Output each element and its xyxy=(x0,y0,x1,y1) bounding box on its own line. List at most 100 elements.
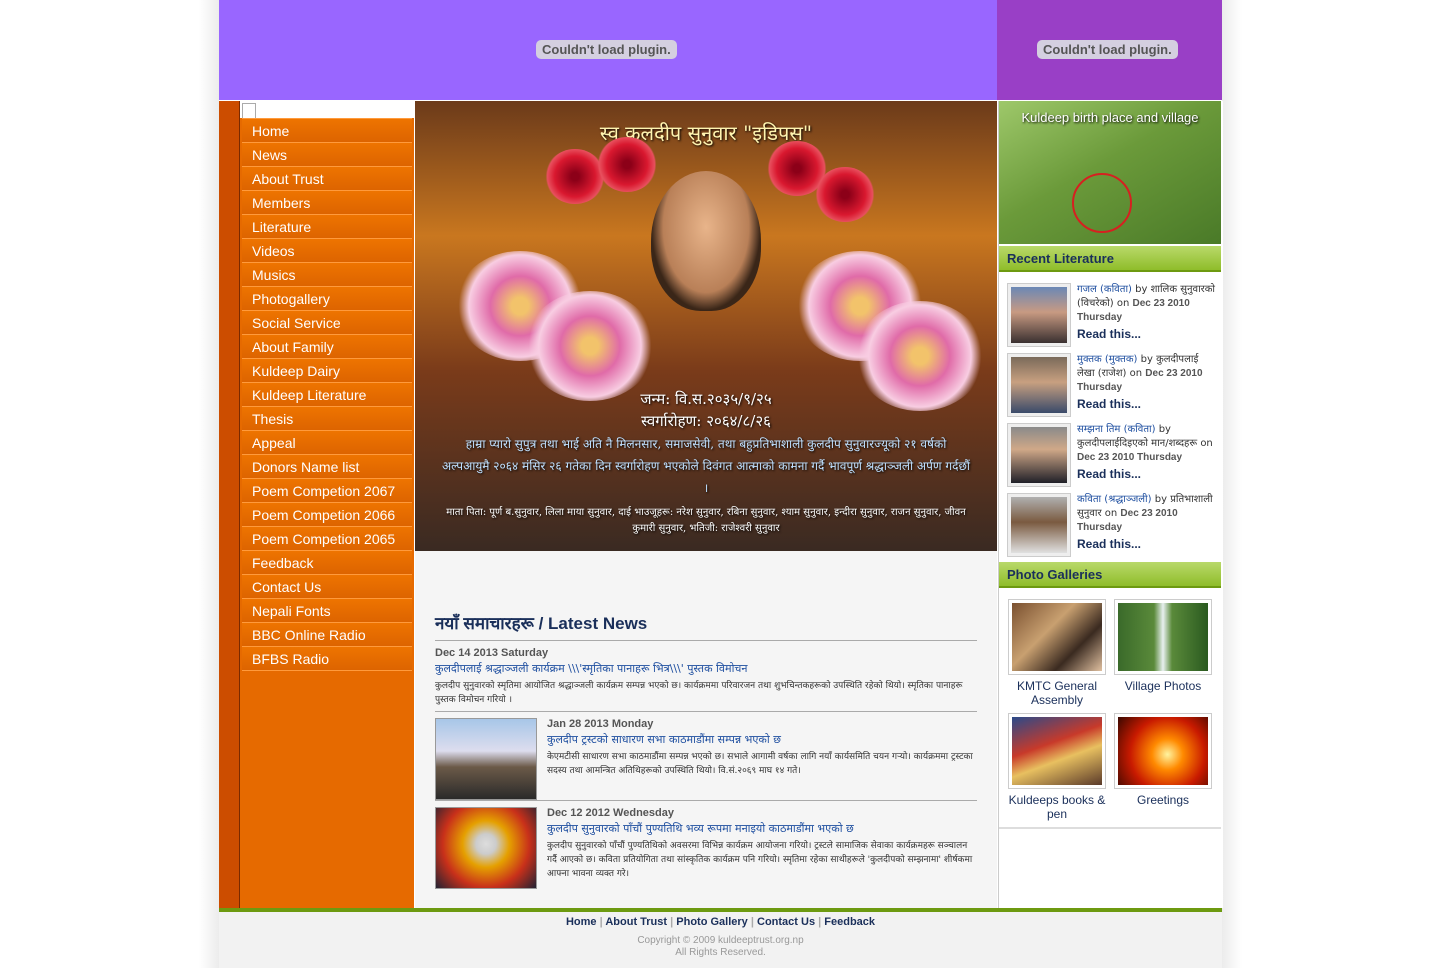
footer-separator: | xyxy=(818,916,822,928)
rights-text: All Rights Reserved. xyxy=(675,947,766,958)
footer-link-home[interactable]: Home xyxy=(566,916,597,928)
news-item: Jan 28 2013 Monday कुलदीप ट्रस्टको साधार… xyxy=(435,712,977,801)
village-caption: Kuldeep birth place and village xyxy=(1021,110,1199,125)
gallery-label-link[interactable]: Greetings xyxy=(1111,793,1215,807)
gallery-thumbnail[interactable] xyxy=(1114,599,1212,675)
nav-header xyxy=(240,101,414,119)
page-shadow-left xyxy=(199,0,219,968)
nav-item-photogallery[interactable]: Photogallery xyxy=(242,287,412,311)
nav-item-home[interactable]: Home xyxy=(242,118,412,143)
news-date: Dec 12 2012 Wednesday xyxy=(547,807,674,819)
news-summary: केएमटीसी साधारण सभा काठमाडौंमा सम्पन्न भ… xyxy=(547,752,973,776)
plugin-error-message: Couldn't load plugin. xyxy=(1037,40,1178,59)
banner-plugin-right: Couldn't load plugin. xyxy=(997,0,1222,100)
nav-item-about-trust[interactable]: About Trust xyxy=(242,167,412,191)
literature-on: on xyxy=(1104,508,1118,519)
page-container: Couldn't load plugin. Couldn't load plug… xyxy=(219,0,1223,968)
literature-title-link[interactable]: कविता (श्रद्धाञ्जली) xyxy=(1077,494,1152,505)
nav-item-bfbs-radio[interactable]: BFBS Radio xyxy=(242,647,412,671)
gallery-label-link[interactable]: KMTC General Assembly xyxy=(1005,679,1109,707)
read-more-link[interactable]: Read this... xyxy=(1077,537,1217,551)
read-more-link[interactable]: Read this... xyxy=(1077,397,1217,411)
news-item: Dec 14 2013 Saturday कुलदीपलाई श्रद्धाञ्… xyxy=(435,641,977,712)
literature-title-link[interactable]: सम्झना तिम (कविता) xyxy=(1077,424,1156,435)
literature-date: Dec 23 2010 Thursday xyxy=(1077,452,1183,463)
nav-menu: Home News About Trust Members Literature… xyxy=(242,118,412,671)
literature-title-link[interactable]: मुक्तक (मुक्तक) xyxy=(1077,354,1137,365)
read-more-link[interactable]: Read this... xyxy=(1077,327,1217,341)
footer-link-about-trust[interactable]: About Trust xyxy=(605,916,667,928)
footer-link-photo-gallery[interactable]: Photo Gallery xyxy=(676,916,748,928)
nav-item-donors-name-list[interactable]: Donors Name list xyxy=(242,455,412,479)
news-thumbnail[interactable] xyxy=(435,807,537,889)
footer-links: Home | About Trust | Photo Gallery | Con… xyxy=(219,916,1222,928)
memorial-banner-image: स्व.कुलदीप सुनुवार "इडिपस" जन्म: वि.स.२०… xyxy=(415,101,997,551)
gallery-item: KMTC General Assembly xyxy=(1005,599,1109,707)
gallery-label-link[interactable]: Village Photos xyxy=(1111,679,1215,693)
memorial-title: स्व.कुलदीप सुनुवार "इडिपस" xyxy=(599,121,813,145)
gallery-thumbnail[interactable] xyxy=(1008,599,1106,675)
gallery-thumbnail[interactable] xyxy=(1008,713,1106,789)
right-sidebar: Kuldeep birth place and village Recent L… xyxy=(998,101,1223,908)
left-decorative-stripe xyxy=(219,101,240,908)
sidebar-nav: Home News About Trust Members Literature… xyxy=(240,101,414,908)
nav-item-feedback[interactable]: Feedback xyxy=(242,551,412,575)
news-item: Dec 12 2012 Wednesday कुलदीप सुनुवारको प… xyxy=(435,801,977,889)
nav-item-kuldeep-dairy[interactable]: Kuldeep Dairy xyxy=(242,359,412,383)
nav-item-nepali-fonts[interactable]: Nepali Fonts xyxy=(242,599,412,623)
literature-title-link[interactable]: गजल (कविता) xyxy=(1077,284,1132,295)
nav-item-musics[interactable]: Musics xyxy=(242,263,412,287)
main-content: स्व.कुलदीप सुनुवार "इडिपस" जन्म: वि.स.२०… xyxy=(415,101,997,908)
news-summary: कुलदीप सुनुवारको स्मृतिमा आयोजित श्रद्धा… xyxy=(435,681,963,705)
village-photo[interactable]: Kuldeep birth place and village xyxy=(999,101,1221,244)
literature-by: by xyxy=(1135,284,1148,295)
nav-item-videos[interactable]: Videos xyxy=(242,239,412,263)
nav-item-members[interactable]: Members xyxy=(242,191,412,215)
literature-by: by xyxy=(1154,494,1168,505)
nav-item-thesis[interactable]: Thesis xyxy=(242,407,412,431)
author-photo[interactable] xyxy=(1007,493,1071,557)
gallery-item: Kuldeeps books & pen xyxy=(1005,713,1109,821)
news-date: Dec 14 2013 Saturday xyxy=(435,647,549,659)
nav-item-poem-competion-2067[interactable]: Poem Competion 2067 xyxy=(242,479,412,503)
nav-item-about-family[interactable]: About Family xyxy=(242,335,412,359)
gallery-item: Village Photos xyxy=(1111,599,1215,693)
nav-item-appeal[interactable]: Appeal xyxy=(242,431,412,455)
footer-link-contact-us[interactable]: Contact Us xyxy=(757,916,815,928)
footer-separator: | xyxy=(599,916,603,928)
page-shadow-right xyxy=(1222,0,1242,968)
banner-plugin-left: Couldn't load plugin. xyxy=(219,0,997,100)
nav-item-contact-us[interactable]: Contact Us xyxy=(242,575,412,599)
nav-item-bbc-online-radio[interactable]: BBC Online Radio xyxy=(242,623,412,647)
village-marker-circle xyxy=(1072,173,1132,233)
latest-news-heading: नयाँ समाचारहरू / Latest News xyxy=(435,611,977,641)
gallery-label-link[interactable]: Kuldeeps books & pen xyxy=(1005,793,1109,821)
gallery-thumbnail[interactable] xyxy=(1114,713,1212,789)
literature-by: by xyxy=(1158,424,1171,435)
nav-item-literature[interactable]: Literature xyxy=(242,215,412,239)
news-date: Jan 28 2013 Monday xyxy=(547,718,654,730)
read-more-link[interactable]: Read this... xyxy=(1077,467,1217,481)
nav-item-kuldeep-literature[interactable]: Kuldeep Literature xyxy=(242,383,412,407)
literature-item: सम्झना तिम (कविता) by कुलदीपलाईदिइएको मा… xyxy=(1007,423,1219,487)
plugin-error-message: Couldn't load plugin. xyxy=(536,40,677,59)
copyright-text: Copyright © 2009 kuldeeptrust.org.np xyxy=(637,935,804,946)
news-summary: कुलदीप सुनुवारको पाँचौं पुण्यतिथिको अवसर… xyxy=(547,841,973,879)
news-title-link[interactable]: कुलदीप सुनुवारको पाँचौं पुण्यतिथि भव्य र… xyxy=(547,821,977,836)
footer-link-feedback[interactable]: Feedback xyxy=(824,916,875,928)
author-photo[interactable] xyxy=(1007,353,1071,417)
literature-on: on xyxy=(1200,438,1213,449)
author-photo[interactable] xyxy=(1007,283,1071,347)
footer: Home | About Trust | Photo Gallery | Con… xyxy=(219,912,1222,968)
lily-decoration xyxy=(525,291,655,401)
nav-item-news[interactable]: News xyxy=(242,143,412,167)
broken-image-icon xyxy=(242,103,256,119)
nav-item-poem-competion-2066[interactable]: Poem Competion 2066 xyxy=(242,503,412,527)
author-photo[interactable] xyxy=(1007,423,1071,487)
nav-item-poem-competion-2065[interactable]: Poem Competion 2065 xyxy=(242,527,412,551)
news-title-link[interactable]: कुलदीप ट्रस्टको साधारण सभा काठमाडौंमा सम… xyxy=(547,732,977,747)
family-names: माता पिता: पूर्ण ब.सुनुवार, लिला माया सु… xyxy=(446,507,966,534)
news-thumbnail[interactable] xyxy=(435,718,537,800)
news-title-link[interactable]: कुलदीपलाई श्रद्धाञ्जली कार्यक्रम \\\'स्म… xyxy=(435,661,977,676)
nav-item-social-service[interactable]: Social Service xyxy=(242,311,412,335)
